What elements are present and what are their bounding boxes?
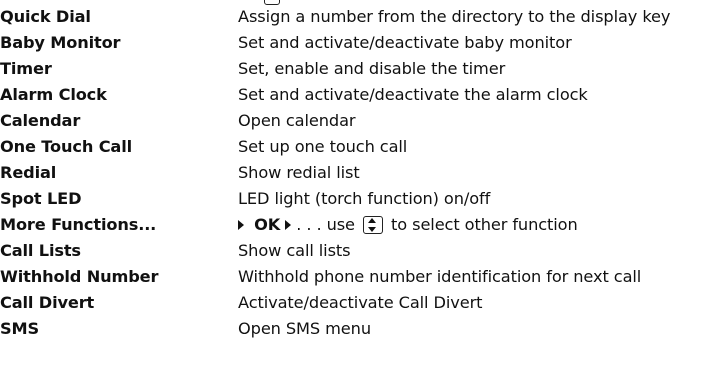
- ok-key-label: OK: [254, 215, 281, 234]
- navigation-key-up-down-icon: [362, 216, 383, 234]
- table-row: One Touch Call Set up one touch call: [0, 134, 715, 160]
- function-description: Set and activate/deactivate baby monitor: [238, 33, 572, 52]
- function-table: Quick Dial Assign a number from the dire…: [0, 0, 715, 342]
- table-row: Call Divert Activate/deactivate Call Div…: [0, 290, 715, 316]
- function-description: Open SMS menu: [238, 319, 371, 338]
- triangle-right-icon: [238, 220, 244, 230]
- function-description: Open calendar: [238, 111, 356, 130]
- function-name: Spot LED: [0, 189, 82, 208]
- function-description: Set, enable and disable the timer: [238, 59, 506, 78]
- function-name: Timer: [0, 59, 52, 78]
- function-name: Alarm Clock: [0, 85, 107, 104]
- instruction-text: . . . use: [291, 215, 360, 234]
- function-name: Quick Dial: [0, 7, 91, 26]
- table-row: Call Lists Show call lists: [0, 238, 715, 264]
- table-row: Baby Monitor Set and activate/deactivate…: [0, 30, 715, 56]
- function-description: Show call lists: [238, 241, 351, 260]
- function-description: OK . . . use to select other function: [238, 212, 578, 238]
- table-row: Redial Show redial list: [0, 160, 715, 186]
- table-row: More Functions... OK . . . use to select…: [0, 212, 715, 238]
- function-name: Call Lists: [0, 241, 81, 260]
- table-row: SMS Open SMS menu: [0, 316, 715, 342]
- function-description: Set up one touch call: [238, 137, 408, 156]
- function-name: Redial: [0, 163, 57, 182]
- function-name: SMS: [0, 319, 39, 338]
- table-row: Quick Dial Assign a number from the dire…: [0, 4, 715, 30]
- function-name: Baby Monitor: [0, 33, 121, 52]
- table-row: Calendar Open calendar: [0, 108, 715, 134]
- function-name: One Touch Call: [0, 137, 132, 156]
- function-name: Call Divert: [0, 293, 95, 312]
- function-description: Withhold phone number identification for…: [238, 267, 642, 286]
- function-description: Assign a number from the directory to th…: [238, 7, 671, 26]
- function-description: LED light (torch function) on/off: [238, 189, 491, 208]
- table-row: Spot LED LED light (torch function) on/o…: [0, 186, 715, 212]
- function-description: Show redial list: [238, 163, 360, 182]
- table-row: Alarm Clock Set and activate/deactivate …: [0, 82, 715, 108]
- instruction-text-end: to select other function: [385, 215, 578, 234]
- table-row: Withhold Number Withhold phone number id…: [0, 264, 715, 290]
- table-row: Timer Set, enable and disable the timer: [0, 56, 715, 82]
- function-name: Calendar: [0, 111, 81, 130]
- function-description: Set and activate/deactivate the alarm cl…: [238, 85, 588, 104]
- function-name: More Functions...: [0, 215, 157, 234]
- function-description: Activate/deactivate Call Divert: [238, 293, 483, 312]
- function-name: Withhold Number: [0, 267, 159, 286]
